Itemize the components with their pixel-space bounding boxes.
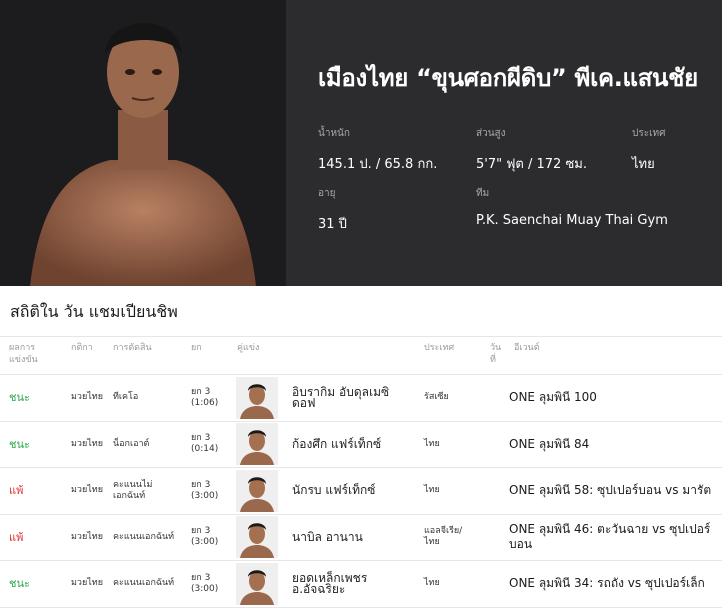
opponent-name-cell[interactable]: อิบรากิม อับดุลเมซิดอฟ — [278, 374, 415, 422]
event-cell[interactable]: ONE ลุมพินี 46: ตะวันฉาย vs ซุปเปอร์ บอน — [505, 514, 722, 561]
opponent-avatar[interactable] — [236, 469, 278, 512]
height-attr: ส่วนสูง 5'7" ฟุต / 172 ซม. — [476, 126, 587, 174]
country-attr: ประเทศ ไทย — [632, 126, 665, 174]
weight-value: 145.1 ป. / 65.8 กก. — [318, 157, 438, 172]
date-cell — [481, 374, 505, 422]
fighter-info-panel: เมืองไทย “ขุนศอกผีดิบ” พีเค.แสนชัย น้ำหน… — [286, 0, 722, 286]
height-value: 5'7" ฟุต / 172 ซม. — [476, 157, 587, 172]
round-cell: ยก 3 (1:06) — [182, 374, 228, 422]
rules-cell: มวยไทย — [62, 514, 104, 561]
table-row: ชนะ มวยไทย คะแนนเอกฉันท์ ยก 3 (3:00) ยอดเหล็ก… — [0, 560, 722, 608]
table-row: ชนะ มวยไทย น็อกเอาต์ ยก 3 (0:14) ก้องศึก แฟร์… — [0, 421, 722, 468]
country-cell: รัสเซีย — [415, 374, 481, 422]
header-rules: กติกา — [62, 336, 104, 375]
age-value: 31 ปี — [318, 217, 347, 232]
country-cell: ไทย — [415, 560, 481, 608]
rules-cell: มวยไทย — [62, 421, 104, 468]
fighter-photo — [0, 0, 286, 286]
opponent-name-cell[interactable]: นักรบ แฟร์เท็กซ์ — [278, 467, 415, 515]
round-cell: ยก 3 (3:00) — [182, 560, 228, 608]
fighter-hero: เมืองไทย “ขุนศอกผีดิบ” พีเค.แสนชัย น้ำหน… — [0, 0, 722, 286]
event-cell[interactable]: ONE ลุมพินี 84 — [505, 421, 722, 468]
country-label: ประเทศ — [632, 128, 666, 139]
stats-title: สถิติใน วัน แชมเปียนชิพ — [10, 302, 178, 321]
result-cell: ชนะ — [0, 560, 62, 608]
country-cell: ไทย — [415, 421, 481, 468]
country-value: ไทย — [632, 157, 655, 172]
weight-label: น้ำหนัก — [318, 128, 350, 139]
opponent-photo-cell — [228, 421, 278, 468]
header-opponent: คู่แข่ง — [228, 336, 415, 375]
country-cell: แอลจีเรีย/ไทย — [415, 514, 481, 561]
team-attr: ทีม P.K. Saenchai Muay Thai Gym — [476, 186, 668, 228]
opponent-name-cell[interactable]: ยอดเหล็กเพชร อ.อัจฉริยะ — [278, 560, 415, 608]
rules-cell: มวยไทย — [62, 560, 104, 608]
country-cell: ไทย — [415, 467, 481, 515]
date-cell — [481, 467, 505, 515]
header-date: วันที่ — [481, 336, 505, 375]
method-cell: ทีเคโอ — [104, 374, 182, 422]
result-cell: แพ้ — [0, 467, 62, 515]
opponent-avatar[interactable] — [236, 423, 278, 466]
method-cell: คะแนนเอกฉันท์ — [104, 560, 182, 608]
opponent-photo-cell — [228, 467, 278, 515]
opponent-photo-cell — [228, 374, 278, 422]
team-value[interactable]: P.K. Saenchai Muay Thai Gym — [476, 213, 668, 228]
age-label: อายุ — [318, 188, 336, 199]
fighter-portrait-image — [0, 0, 286, 286]
opponent-avatar[interactable] — [236, 376, 278, 419]
date-cell — [481, 514, 505, 561]
round-cell: ยก 3 (3:00) — [182, 514, 228, 561]
team-label: ทีม — [476, 188, 490, 199]
header-method: การตัดสิน — [104, 336, 182, 375]
result-cell: ชนะ — [0, 374, 62, 422]
table-row: แพ้ มวยไทย คะแนนไม่ เอกฉันท์ ยก 3 (3:00) นักรบ… — [0, 467, 722, 515]
method-cell: คะแนนเอกฉันท์ — [104, 514, 182, 561]
round-cell: ยก 3 (0:14) — [182, 421, 228, 468]
table-row: แพ้ มวยไทย คะแนนเอกฉันท์ ยก 3 (3:00) นาบิล อา… — [0, 514, 722, 561]
weight-attr: น้ำหนัก 145.1 ป. / 65.8 กก. — [318, 126, 437, 174]
opponent-photo-cell — [228, 514, 278, 561]
header-country: ประเทศ — [415, 336, 481, 375]
event-cell[interactable]: ONE ลุมพินี 100 — [505, 374, 722, 422]
opponent-name-cell[interactable]: ก้องศึก แฟร์เท็กซ์ — [278, 421, 415, 468]
date-cell — [481, 421, 505, 468]
rules-cell: มวยไทย — [62, 467, 104, 515]
height-label: ส่วนสูง — [476, 128, 506, 139]
opponent-name-cell[interactable]: นาบิล อานาน — [278, 514, 415, 561]
round-cell: ยก 3 (3:00) — [182, 467, 228, 515]
table-row: ชนะ มวยไทย ทีเคโอ ยก 3 (1:06) อิบรากิม อับดุล… — [0, 374, 722, 422]
fighter-name: เมืองไทย “ขุนศอกผีดิบ” พีเค.แสนชัย — [318, 64, 698, 92]
fight-record-table: ผลการแข่งขัน กติกา การตัดสิน ยก คู่แข่ง … — [0, 336, 722, 608]
age-attr: อายุ 31 ปี — [318, 186, 347, 234]
header-result: ผลการแข่งขัน — [0, 336, 62, 375]
header-round: ยก — [182, 336, 228, 375]
rules-cell: มวยไทย — [62, 374, 104, 422]
date-cell — [481, 560, 505, 608]
table-header-row: ผลการแข่งขัน กติกา การตัดสิน ยก คู่แข่ง … — [0, 336, 722, 375]
method-cell: คะแนนไม่ เอกฉันท์ — [104, 467, 182, 515]
opponent-photo-cell — [228, 560, 278, 608]
opponent-avatar[interactable] — [236, 562, 278, 605]
event-cell[interactable]: ONE ลุมพินี 58: ซุปเปอร์บอน vs มารัต — [505, 467, 722, 515]
opponent-avatar[interactable] — [236, 516, 278, 559]
event-cell[interactable]: ONE ลุมพินี 34: รถถัง vs ซุปเปอร์เล็ก — [505, 560, 722, 608]
result-cell: แพ้ — [0, 514, 62, 561]
result-cell: ชนะ — [0, 421, 62, 468]
method-cell: น็อกเอาต์ — [104, 421, 182, 468]
header-event: อีเวนต์ — [505, 336, 722, 375]
